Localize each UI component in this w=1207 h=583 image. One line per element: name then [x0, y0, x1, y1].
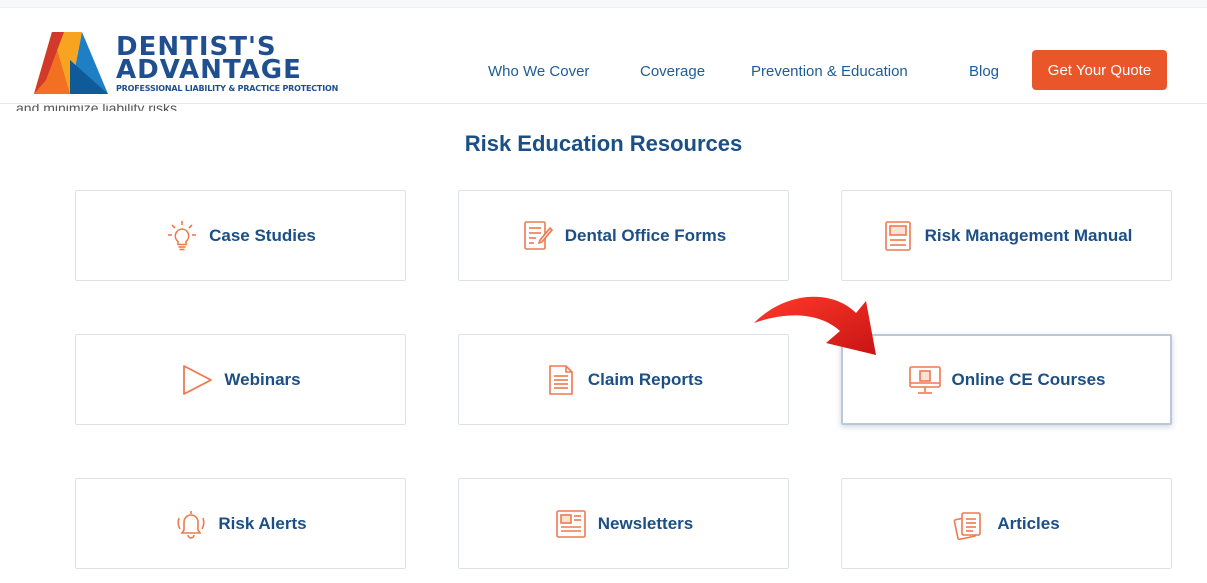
card-webinars[interactable]: Webinars [75, 334, 406, 425]
monitor-icon [908, 363, 942, 397]
card-risk-management-manual[interactable]: Risk Management Manual [841, 190, 1172, 281]
lightbulb-icon [165, 219, 199, 253]
card-label: Risk Management Manual [924, 225, 1133, 245]
logo-line-2: ADVANTAGE [116, 55, 302, 85]
pointer-arrow-icon [754, 296, 876, 355]
card-label: Newsletters [597, 513, 694, 533]
nav-coverage[interactable]: Coverage [640, 63, 705, 80]
card-label: Articles [997, 513, 1060, 533]
card-label: Risk Alerts [218, 513, 307, 533]
card-label: Webinars [224, 369, 301, 389]
card-label: Case Studies [209, 225, 316, 245]
logo-tagline: PROFESSIONAL LIABILITY & PRACTICE PROTEC… [116, 84, 339, 93]
bell-icon [174, 507, 208, 541]
page-title: Risk Education Resources [464, 131, 743, 156]
card-dental-office-forms[interactable]: Dental Office Forms [458, 190, 789, 281]
card-newsletters[interactable]: Newsletters [458, 478, 789, 569]
document-icon [544, 363, 578, 397]
nav-prevention-education[interactable]: Prevention & Education [751, 63, 908, 80]
get-quote-button[interactable]: Get Your Quote [1032, 50, 1167, 90]
play-icon [180, 363, 214, 397]
card-label: Claim Reports [587, 369, 704, 389]
card-online-ce-courses[interactable]: Online CE Courses [841, 334, 1172, 425]
logo-mark-icon [34, 32, 108, 94]
card-case-studies[interactable]: Case Studies [75, 190, 406, 281]
stacked-pages-icon [953, 507, 987, 541]
nav-who-we-cover[interactable]: Who We Cover [488, 63, 589, 80]
top-strip [0, 0, 1207, 8]
site-logo[interactable]: DENTIST'S ADVANTAGE PROFESSIONAL LIABILI… [30, 30, 360, 100]
card-risk-alerts[interactable]: Risk Alerts [75, 478, 406, 569]
nav-blog[interactable]: Blog [969, 63, 999, 80]
newspaper-icon [554, 507, 588, 541]
card-claim-reports[interactable]: Claim Reports [458, 334, 789, 425]
card-label: Online CE Courses [951, 369, 1106, 389]
form-icon [521, 219, 555, 253]
card-articles[interactable]: Articles [841, 478, 1172, 569]
site-header: DENTIST'S ADVANTAGE PROFESSIONAL LIABILI… [0, 8, 1207, 104]
card-label: Dental Office Forms [564, 225, 727, 245]
manual-icon [881, 219, 915, 253]
